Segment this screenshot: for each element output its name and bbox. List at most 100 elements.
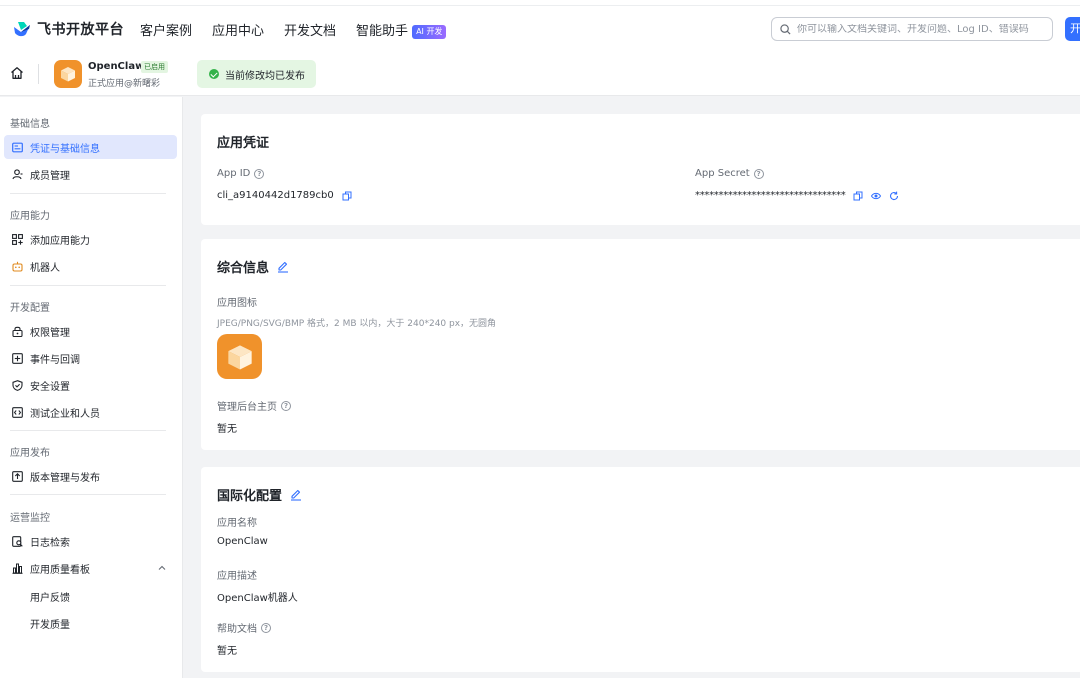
edit-icon[interactable] <box>290 489 302 501</box>
shield-icon <box>12 379 23 391</box>
app-id-label: App ID ? <box>217 168 265 179</box>
sidebar-divider <box>10 193 166 194</box>
app-status-badge: 已启用 <box>141 61 168 73</box>
sidebar-label: 成员管理 <box>30 170 70 182</box>
app-icon-label: 应用图标 <box>217 298 257 309</box>
sidebar-label: 权限管理 <box>30 327 70 339</box>
card-title: 综合信息 <box>217 261 270 276</box>
homepage-label: 管理后台主页 ? <box>217 398 291 413</box>
sidebar-item-bot[interactable]: 机器人 <box>4 254 177 278</box>
copy-icon[interactable] <box>853 191 863 201</box>
sidebar-divider <box>10 285 166 286</box>
sidebar-item-add-capability[interactable]: 添加应用能力 <box>4 227 177 251</box>
sidebar-item-quality-dashboard[interactable]: 应用质量看板 <box>4 556 177 580</box>
nav-ai-assistant[interactable]: 智能助手 AI 开发 <box>356 20 447 39</box>
top-navigation-bar: 飞书开放平台 客户案例 应用中心 开发文档 智能助手AI 开发 开 <box>0 0 1080 56</box>
i18n-config-card: 国际化配置 应用名称 OpenClaw 应用描述 OpenClaw机器人 帮助文… <box>201 467 1080 672</box>
sidebar-label: 日志检索 <box>30 537 70 549</box>
card-title-row: 国际化配置 <box>217 485 302 504</box>
field-label-text: 管理后台主页 <box>217 402 277 413</box>
sidebar-item-user-feedback[interactable]: 用户反馈 <box>30 589 70 604</box>
code-icon <box>12 406 23 418</box>
app-secret-label: App Secret ? <box>695 168 764 179</box>
sidebar-label: 安全设置 <box>30 381 70 393</box>
homepage-value: 暂无 <box>217 424 237 435</box>
search-box[interactable] <box>771 17 1053 41</box>
card-title: 应用凭证 <box>217 136 270 151</box>
box-icon <box>61 67 75 82</box>
chevron-up-icon[interactable] <box>158 564 166 572</box>
sidebar-label: 凭证与基础信息 <box>30 143 100 155</box>
help-icon[interactable]: ? <box>753 168 764 179</box>
copy-icon[interactable] <box>342 191 352 201</box>
console-button[interactable]: 开 <box>1065 17 1080 41</box>
log-search-icon <box>12 535 23 547</box>
sidebar-divider <box>10 430 166 431</box>
help-icon[interactable]: ? <box>261 622 271 633</box>
grid-add-icon <box>12 233 23 245</box>
user-icon <box>12 168 23 179</box>
edit-icon[interactable] <box>277 261 289 273</box>
app-id-value-row: cli_a9140442d1789cb0 <box>217 190 352 201</box>
search-icon <box>780 23 791 35</box>
ai-badge: AI 开发 <box>412 25 447 39</box>
sidebar-label: 机器人 <box>30 262 60 274</box>
sidebar-item-version-release[interactable]: 版本管理与发布 <box>4 464 177 488</box>
app-desc-label: 应用描述 <box>217 571 257 582</box>
group-app-capability: 应用能力 <box>10 211 50 222</box>
field-label-text: App ID <box>217 168 251 179</box>
sidebar-item-members[interactable]: 成员管理 <box>4 162 177 186</box>
help-icon[interactable]: ? <box>281 400 291 411</box>
app-name-label: 应用名称 <box>217 518 257 529</box>
upload-icon <box>12 470 23 482</box>
app-icon-preview[interactable] <box>217 334 262 379</box>
help-icon[interactable]: ? <box>254 168 265 179</box>
app-desc-value: OpenClaw机器人 <box>217 593 298 604</box>
publish-status-text: 当前修改均已发布 <box>225 70 305 82</box>
sidebar-item-test-enterprise[interactable]: 测试企业和人员 <box>4 400 177 424</box>
app-avatar <box>54 60 82 88</box>
sidebar-label: 应用质量看板 <box>30 564 90 576</box>
brand-logo[interactable]: 飞书开放平台 <box>12 19 124 39</box>
id-card-icon <box>12 142 23 152</box>
group-ops-monitor: 运营监控 <box>10 513 50 524</box>
general-info-card: 综合信息 应用图标 JPEG/PNG/SVG/BMP 格式，2 MB 以内，大于… <box>201 239 1080 450</box>
feishu-logo-icon <box>14 22 30 37</box>
sidebar-item-events[interactable]: 事件与回调 <box>4 346 177 370</box>
sidebar-item-permissions[interactable]: 权限管理 <box>4 319 177 343</box>
nav-ai-assistant-label: 智能助手 <box>356 24 409 39</box>
sidebar-divider <box>10 494 166 495</box>
group-app-release: 应用发布 <box>10 448 50 459</box>
sidebar-item-dev-quality[interactable]: 开发质量 <box>30 616 70 631</box>
sidebar-label: 测试企业和人员 <box>30 408 100 420</box>
app-header-bar: OpenClaw 已启用 正式应用@新曙彩 当前修改均已发布 <box>0 52 1080 96</box>
nav-customer-cases[interactable]: 客户案例 <box>140 20 192 39</box>
search-input[interactable] <box>797 23 1042 35</box>
eye-icon[interactable] <box>871 191 882 201</box>
app-secret-value: ******************************** <box>695 190 846 201</box>
help-doc-value: 暂无 <box>217 646 237 657</box>
lock-icon <box>12 326 23 337</box>
nav-app-center[interactable]: 应用中心 <box>212 20 264 39</box>
sidebar-item-log-search[interactable]: 日志检索 <box>4 529 177 553</box>
sidebar-item-credentials[interactable]: 凭证与基础信息 <box>4 135 177 159</box>
sidebar-label: 事件与回调 <box>30 354 80 366</box>
browser-strip <box>0 0 1080 6</box>
app-name: OpenClaw <box>88 61 145 72</box>
app-subtitle: 正式应用@新曙彩 <box>88 79 161 89</box>
app-id-value: cli_a9140442d1789cb0 <box>217 190 334 201</box>
sidebar: 基础信息 凭证与基础信息 成员管理 应用能力 添加应用能力 机器人 开发配置 权… <box>0 97 183 678</box>
home-icon[interactable] <box>10 66 24 80</box>
help-doc-label: 帮助文档 ? <box>217 620 271 635</box>
nav-dev-docs[interactable]: 开发文档 <box>284 20 336 39</box>
sidebar-label: 添加应用能力 <box>30 235 90 247</box>
group-dev-config: 开发配置 <box>10 303 50 314</box>
sidebar-item-security[interactable]: 安全设置 <box>4 373 177 397</box>
card-title: 国际化配置 <box>217 489 283 504</box>
sidebar-label: 版本管理与发布 <box>30 472 100 484</box>
field-label-text: 帮助文档 <box>217 624 257 635</box>
group-basic-info: 基础信息 <box>10 119 50 130</box>
app-icon-hint: JPEG/PNG/SVG/BMP 格式，2 MB 以内，大于 240*240 p… <box>217 319 497 329</box>
brand-name: 飞书开放平台 <box>37 22 124 38</box>
refresh-icon[interactable] <box>889 191 899 201</box>
